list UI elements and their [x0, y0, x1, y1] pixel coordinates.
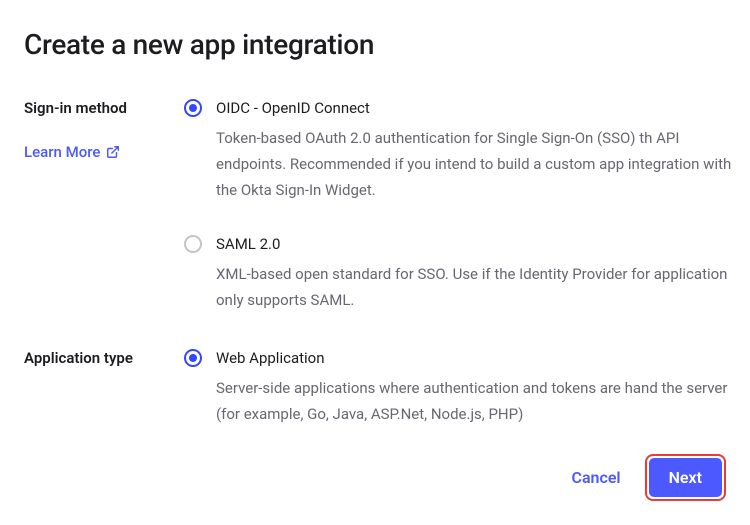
option-description: Token-based OAuth 2.0 authentication for… — [216, 125, 750, 203]
footer-actions: Cancel Next — [565, 454, 726, 501]
external-link-icon — [106, 145, 120, 159]
option-title: Web Application — [216, 347, 750, 369]
application-type-section: Application type Web Application Server-… — [24, 347, 750, 427]
sign-in-method-section: Sign-in method Learn More OIDC - OpenID … — [24, 97, 750, 313]
radio-option-web-app[interactable]: Web Application Server-side applications… — [184, 347, 750, 427]
cancel-button[interactable]: Cancel — [565, 460, 626, 495]
radio-input-saml[interactable] — [184, 235, 202, 253]
option-description: XML-based open standard for SSO. Use if … — [216, 261, 750, 313]
learn-more-link[interactable]: Learn More — [24, 143, 120, 161]
option-description: Server-side applications where authentic… — [216, 375, 750, 427]
page-title: Create a new app integration — [24, 28, 750, 61]
option-title: OIDC - OpenID Connect — [216, 97, 750, 119]
next-button-highlight: Next — [645, 454, 726, 501]
radio-option-oidc[interactable]: OIDC - OpenID Connect Token-based OAuth … — [184, 97, 750, 203]
radio-input-oidc[interactable] — [184, 99, 202, 117]
radio-option-saml[interactable]: SAML 2.0 XML-based open standard for SSO… — [184, 233, 750, 313]
learn-more-text: Learn More — [24, 143, 100, 161]
application-type-label: Application type — [24, 347, 184, 369]
option-title: SAML 2.0 — [216, 233, 750, 255]
sign-in-method-label: Sign-in method — [24, 97, 184, 119]
next-button[interactable]: Next — [649, 458, 722, 497]
radio-input-web-app[interactable] — [184, 349, 202, 367]
